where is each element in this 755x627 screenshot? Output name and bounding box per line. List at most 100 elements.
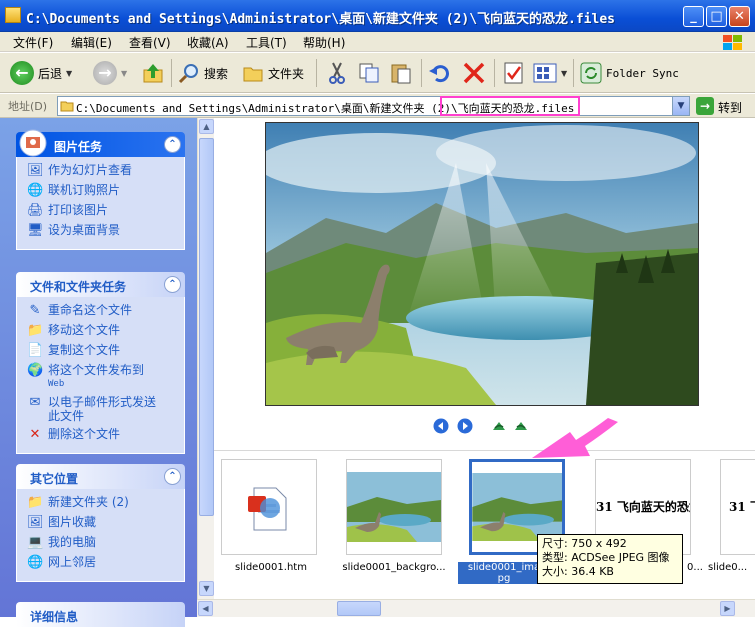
toolbar-separator [316, 59, 317, 87]
chevron-down-icon[interactable]: ▼ [672, 97, 689, 115]
rename-icon: ✎ [29, 303, 41, 318]
task-set-wallpaper[interactable]: 🖥 设为桌面背景 [27, 223, 184, 239]
collapse-chevron-icon[interactable]: ⌃ [164, 468, 181, 485]
scissors-icon [329, 62, 345, 84]
search-label: 搜索 [204, 66, 229, 81]
task-slideshow[interactable]: 🖼 作为幻灯片查看 [27, 163, 184, 179]
menu-favorites[interactable]: 收藏(A) [187, 34, 229, 51]
folder-sync-button[interactable]: Folder Sync [580, 59, 679, 87]
properties-button[interactable] [503, 59, 525, 87]
scroll-down-icon[interactable]: ▼ [199, 581, 214, 596]
place-my-pictures[interactable]: 🖼 图片收藏 [27, 515, 184, 531]
picture-tasks-icon [19, 129, 47, 157]
views-button[interactable]: ▼ [533, 59, 567, 87]
toolbar-separator [494, 59, 495, 87]
other-places-header[interactable]: 其它位置 ⌃ [16, 464, 185, 489]
slide-title-text: 31 飞向蓝天的恐龙 [596, 500, 691, 514]
htm-file-icon [248, 487, 287, 531]
menu-help[interactable]: 帮助(H) [303, 34, 345, 51]
rotate-counterclockwise-icon[interactable] [513, 418, 529, 434]
other-places-panel: 其它位置 ⌃ 📁 新建文件夹 (2) 🖼 图片收藏 💻 我的电脑 🌐 网上邻居 [16, 464, 185, 582]
toolbar-separator [421, 59, 422, 87]
menu-tools[interactable]: 工具(T) [246, 34, 287, 51]
undo-button[interactable] [428, 59, 452, 87]
place-my-computer[interactable]: 💻 我的电脑 [27, 535, 184, 551]
file-tasks-body: ✎ 重命名这个文件 📁 移动这个文件 📄 复制这个文件 🌍 将这个文件发布到 Web ✉ 以… [16, 297, 185, 454]
picture-tasks-header[interactable]: 图片任务 ⌃ [16, 129, 185, 157]
dinosaur-thumbnail-image [472, 473, 562, 541]
task-pane-scrollbar[interactable]: ▲ ▼ [197, 118, 214, 599]
folders-button[interactable]: 文件夹 [242, 59, 304, 87]
chevron-down-icon: ▼ [561, 68, 568, 78]
details-panel: 详细信息 [16, 602, 185, 627]
scroll-right-icon[interactable]: ▶ [720, 601, 735, 616]
menu-file[interactable]: 文件(F) [13, 34, 53, 51]
task-print-picture[interactable]: 🖨 打印该图片 [27, 203, 184, 219]
scroll-up-icon[interactable]: ▲ [199, 119, 214, 134]
go-arrow-icon[interactable]: → [696, 97, 714, 115]
copy-icon [359, 63, 379, 83]
scroll-left-icon[interactable]: ◀ [198, 601, 213, 616]
maximize-button[interactable]: □ [706, 6, 727, 27]
back-button[interactable]: ← 后退 ▼ [10, 59, 72, 87]
place-new-folder[interactable]: 📁 新建文件夹 (2) [27, 495, 184, 511]
task-order-prints[interactable]: 🌐 联机订购照片 [27, 183, 184, 199]
printer-icon: 🖨 [27, 203, 44, 218]
up-folder-button[interactable] [142, 59, 164, 87]
copy-button[interactable] [357, 59, 381, 87]
paste-button[interactable] [389, 59, 413, 87]
folder-icon: 📁 [27, 495, 44, 510]
task-rename[interactable]: ✎ 重命名这个文件 [27, 303, 184, 319]
previous-image-icon[interactable] [433, 418, 449, 434]
horizontal-scrollbar[interactable]: ◀ ▶ [197, 599, 755, 617]
sync-icon [580, 62, 602, 84]
slideshow-icon: 🖼 [27, 163, 44, 178]
thumbnail-label: 0... [687, 562, 703, 573]
delete-x-icon: ✕ [29, 427, 41, 442]
thumbnail-htm[interactable] [221, 459, 317, 555]
close-button[interactable]: ✕ [729, 6, 750, 27]
task-email[interactable]: ✉ 以电子邮件形式发送 此文件 [27, 395, 184, 423]
other-places-title: 其它位置 [30, 472, 79, 486]
cut-button[interactable] [325, 59, 349, 87]
thumbnail-label: slide0001_backgro... [342, 562, 446, 573]
collapse-chevron-icon[interactable]: ⌃ [164, 136, 181, 153]
network-places-icon: 🌐 [27, 555, 44, 570]
details-header[interactable]: 详细信息 [16, 602, 185, 627]
toolbar-separator [573, 59, 574, 87]
address-label: 地址(D) [8, 100, 48, 113]
thumbnail-label: slide0001.htm [235, 562, 307, 573]
views-grid-icon [533, 63, 557, 83]
task-copy[interactable]: 📄 复制这个文件 [27, 343, 184, 359]
other-places-body: 📁 新建文件夹 (2) 🖼 图片收藏 💻 我的电脑 🌐 网上邻居 [16, 489, 185, 582]
toolbar: ← 后退 ▼ → ▼ 搜索 文件夹 ▼ Folder Sync [0, 53, 755, 93]
task-delete[interactable]: ✕ 删除这个文件 [27, 427, 184, 443]
thumbnail-slide-text-partial[interactable]: 31 飞向 [720, 459, 755, 555]
rotate-clockwise-icon[interactable] [491, 418, 507, 434]
scroll-thumb[interactable] [337, 601, 381, 616]
search-icon [178, 64, 198, 84]
task-publish-web[interactable]: 🌍 将这个文件发布到 Web [27, 363, 184, 391]
next-image-icon[interactable] [457, 418, 473, 434]
forward-button[interactable]: → ▼ [93, 59, 127, 87]
tooltip-type: 类型: ACDSee JPEG 图像 [542, 551, 670, 564]
search-button[interactable]: 搜索 [178, 59, 228, 87]
scroll-thumb[interactable] [199, 138, 214, 516]
menu-view[interactable]: 查看(V) [129, 34, 171, 51]
go-button-label[interactable]: 转到 [718, 99, 742, 116]
dinosaur-thumbnail-image [347, 472, 441, 542]
annotation-arrow-icon [532, 418, 618, 458]
file-tasks-header[interactable]: 文件和文件夹任务 ⌃ [16, 272, 185, 297]
place-network[interactable]: 🌐 网上邻居 [27, 555, 184, 571]
paste-icon [391, 64, 411, 84]
collapse-chevron-icon[interactable]: ⌃ [164, 276, 181, 293]
delete-button[interactable] [462, 59, 486, 87]
thumbnail-background[interactable] [346, 459, 442, 555]
toolbar-separator [171, 59, 172, 87]
minimize-button[interactable]: _ [683, 6, 704, 27]
address-input[interactable]: C:\Documents and Settings\Administrator\… [57, 96, 690, 116]
task-move[interactable]: 📁 移动这个文件 [27, 323, 184, 339]
thumbnail-label: slide0... [708, 562, 748, 573]
menu-edit[interactable]: 编辑(E) [71, 34, 112, 51]
forward-arrow-icon: → [93, 61, 117, 85]
